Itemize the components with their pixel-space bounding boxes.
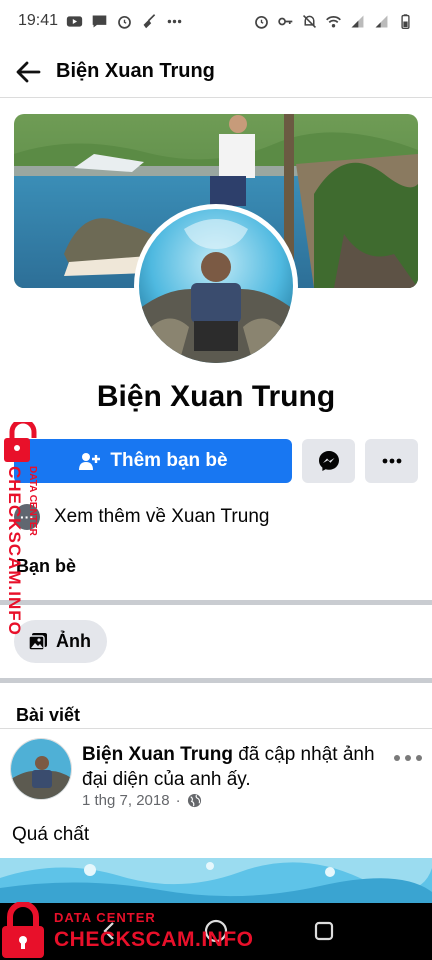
friends-section-title[interactable]: Bạn bè [16, 556, 76, 577]
post-meta: 1 thg 7, 2018 · [82, 792, 202, 809]
photos-button[interactable]: Ảnh [14, 620, 107, 663]
watermark-side-text: CHECKSCAM.INFO [5, 466, 24, 636]
profile-actions: Thêm bạn bè [14, 439, 418, 483]
about-label: Xem thêm về Xuan Trung [54, 506, 270, 527]
nav-recents-icon[interactable] [310, 917, 338, 945]
message-icon [92, 15, 107, 27]
status-bar: 19:41 [0, 0, 432, 42]
post-photo [0, 858, 432, 904]
add-person-icon [79, 453, 101, 470]
messenger-icon [318, 451, 339, 471]
wifi-icon [326, 15, 341, 27]
back-button[interactable] [0, 46, 56, 98]
more-dots-icon [167, 19, 182, 23]
more-dots-icon [382, 458, 401, 464]
meta-separator: · [175, 792, 181, 809]
avatar-image [11, 739, 71, 799]
divider [0, 728, 432, 729]
key-icon [278, 17, 293, 25]
photos-icon [28, 632, 47, 651]
see-more-about[interactable]: ··· Xem thêm về Xuan Trung [14, 500, 269, 534]
status-time: 19:41 [18, 12, 59, 29]
profile-name: Biện Xuan Trung [96, 380, 336, 413]
watermark-small-text: DATA CENTER [54, 910, 156, 925]
broom-icon [143, 13, 156, 28]
top-app-bar: Biện Xuan Trung [0, 46, 432, 98]
post-author-name[interactable]: Biện Xuan Trung [82, 744, 233, 765]
globe-icon [187, 793, 201, 808]
post-more-button[interactable] [394, 748, 422, 768]
signal-icon [375, 15, 388, 27]
header-title: Biện Xuan Trung [56, 60, 215, 82]
alarm-icon [118, 15, 131, 29]
battery-icon [401, 13, 410, 29]
watermark-side-small: DATA CENTER [27, 466, 38, 536]
watermark-lock-icon [4, 422, 37, 462]
watermark-big-text: CHECKSCAM.INFO [54, 928, 254, 951]
section-divider [0, 678, 432, 683]
post-date[interactable]: 1 thg 7, 2018 [82, 792, 170, 809]
youtube-icon [66, 15, 83, 27]
avatar-image [139, 209, 293, 363]
post-author-avatar[interactable] [10, 738, 72, 800]
post-image[interactable] [0, 858, 432, 904]
post-text: Quá chất [12, 824, 90, 845]
more-options-button[interactable] [365, 439, 418, 483]
post-header: Biện Xuan Trung đã cập nhật ảnh đại diện… [82, 742, 382, 792]
photos-label: Ảnh [56, 631, 91, 651]
signal-icon [351, 15, 364, 27]
add-friend-button[interactable]: Thêm bạn bè [14, 439, 292, 483]
add-friend-label: Thêm bạn bè [110, 450, 228, 471]
posts-section-title: Bài viết [16, 705, 81, 725]
mute-icon [303, 14, 316, 28]
profile-screen: 19:41 Biện Xuan Trung Biện Xuan Trung Th… [0, 0, 432, 960]
profile-avatar[interactable] [134, 204, 298, 368]
section-divider [0, 600, 432, 605]
alarm-icon [255, 15, 268, 29]
arrow-left-icon [16, 61, 41, 82]
messenger-button[interactable] [302, 439, 355, 483]
